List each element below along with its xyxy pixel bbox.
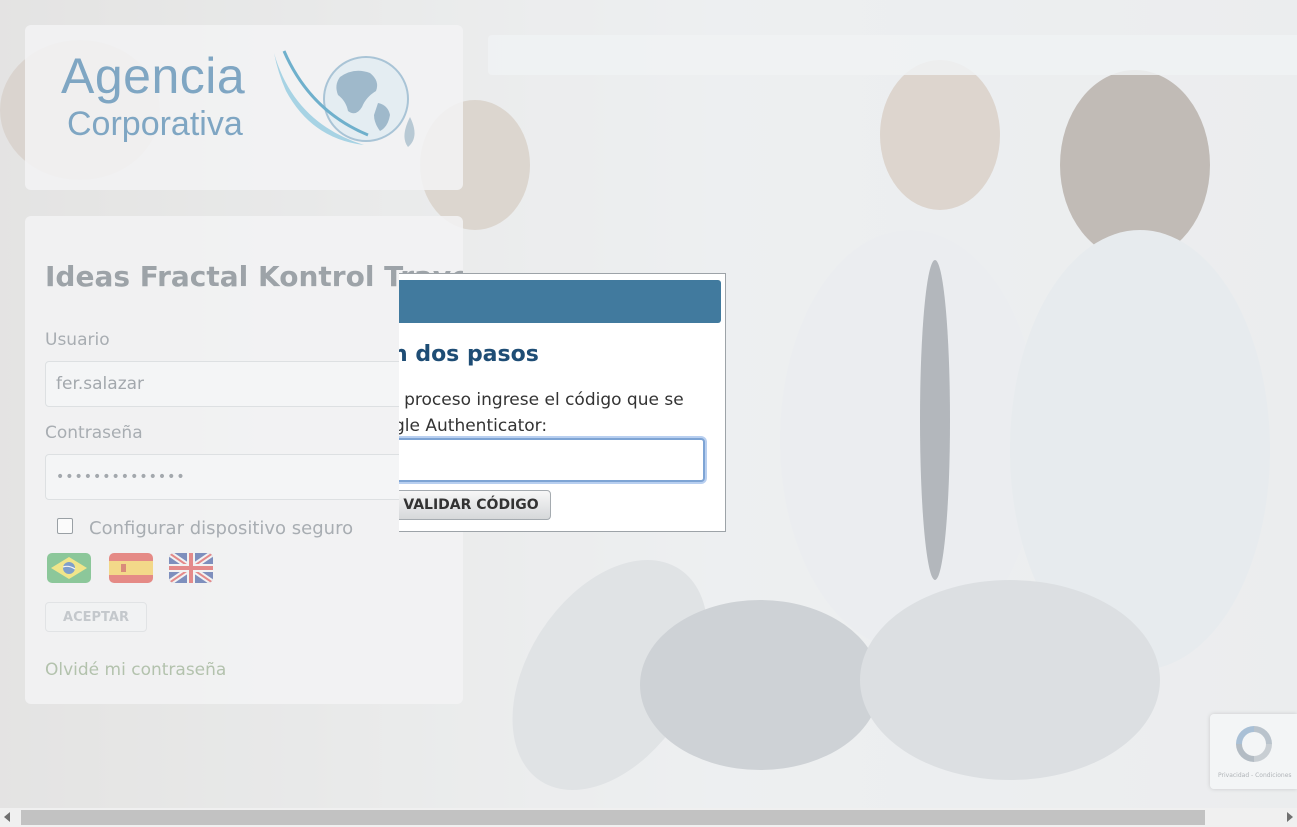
logo-text-corporativa: Corporativa <box>67 105 243 143</box>
horizontal-scrollbar[interactable] <box>0 808 1297 827</box>
recaptcha-footer[interactable]: Privacidad - Condiciones <box>1218 772 1292 779</box>
flag-spain-icon[interactable] <box>109 553 153 583</box>
flag-uk-icon[interactable] <box>169 553 213 583</box>
login-panel: Ideas Fractal Kontrol Travel Usuario fer… <box>25 216 463 704</box>
logo-text-agencia: Agencia <box>61 48 246 104</box>
validate-code-button[interactable]: VALIDAR CÓDIGO <box>399 490 551 520</box>
dialog-instructions-line1: l proceso ingrese el código que se <box>399 390 684 410</box>
verification-code-input[interactable] <box>399 438 705 482</box>
dialog-instructions: l proceso ingrese el código que se gle A… <box>399 387 684 439</box>
accept-button[interactable]: ACEPTAR <box>45 602 147 632</box>
scroll-left-arrow-icon[interactable] <box>4 812 10 822</box>
top-header-bar <box>488 35 1297 75</box>
logo-panel: Agencia Corporativa <box>25 25 463 190</box>
recaptcha-badge[interactable]: Privacidad - Condiciones <box>1210 714 1297 789</box>
recaptcha-icon <box>1236 726 1272 762</box>
scrollbar-thumb[interactable] <box>21 810 1205 825</box>
dialog-title: n dos pasos <box>399 342 539 367</box>
username-label: Usuario <box>45 330 110 350</box>
globe-swoosh-icon <box>274 50 415 147</box>
two-step-verification-dialog: n dos pasos l proceso ingrese el código … <box>399 273 726 532</box>
password-label: Contraseña <box>45 423 143 443</box>
dialog-header-bar <box>399 280 721 323</box>
secure-device-checkbox[interactable] <box>57 518 73 534</box>
forgot-password-link[interactable]: Olvidé mi contraseña <box>45 660 226 680</box>
secure-device-label: Configurar dispositivo seguro <box>89 518 354 539</box>
flag-brazil-icon[interactable] <box>47 553 91 583</box>
scroll-right-arrow-icon[interactable] <box>1287 812 1293 822</box>
dialog-instructions-line2: gle Authenticator: <box>399 416 548 436</box>
